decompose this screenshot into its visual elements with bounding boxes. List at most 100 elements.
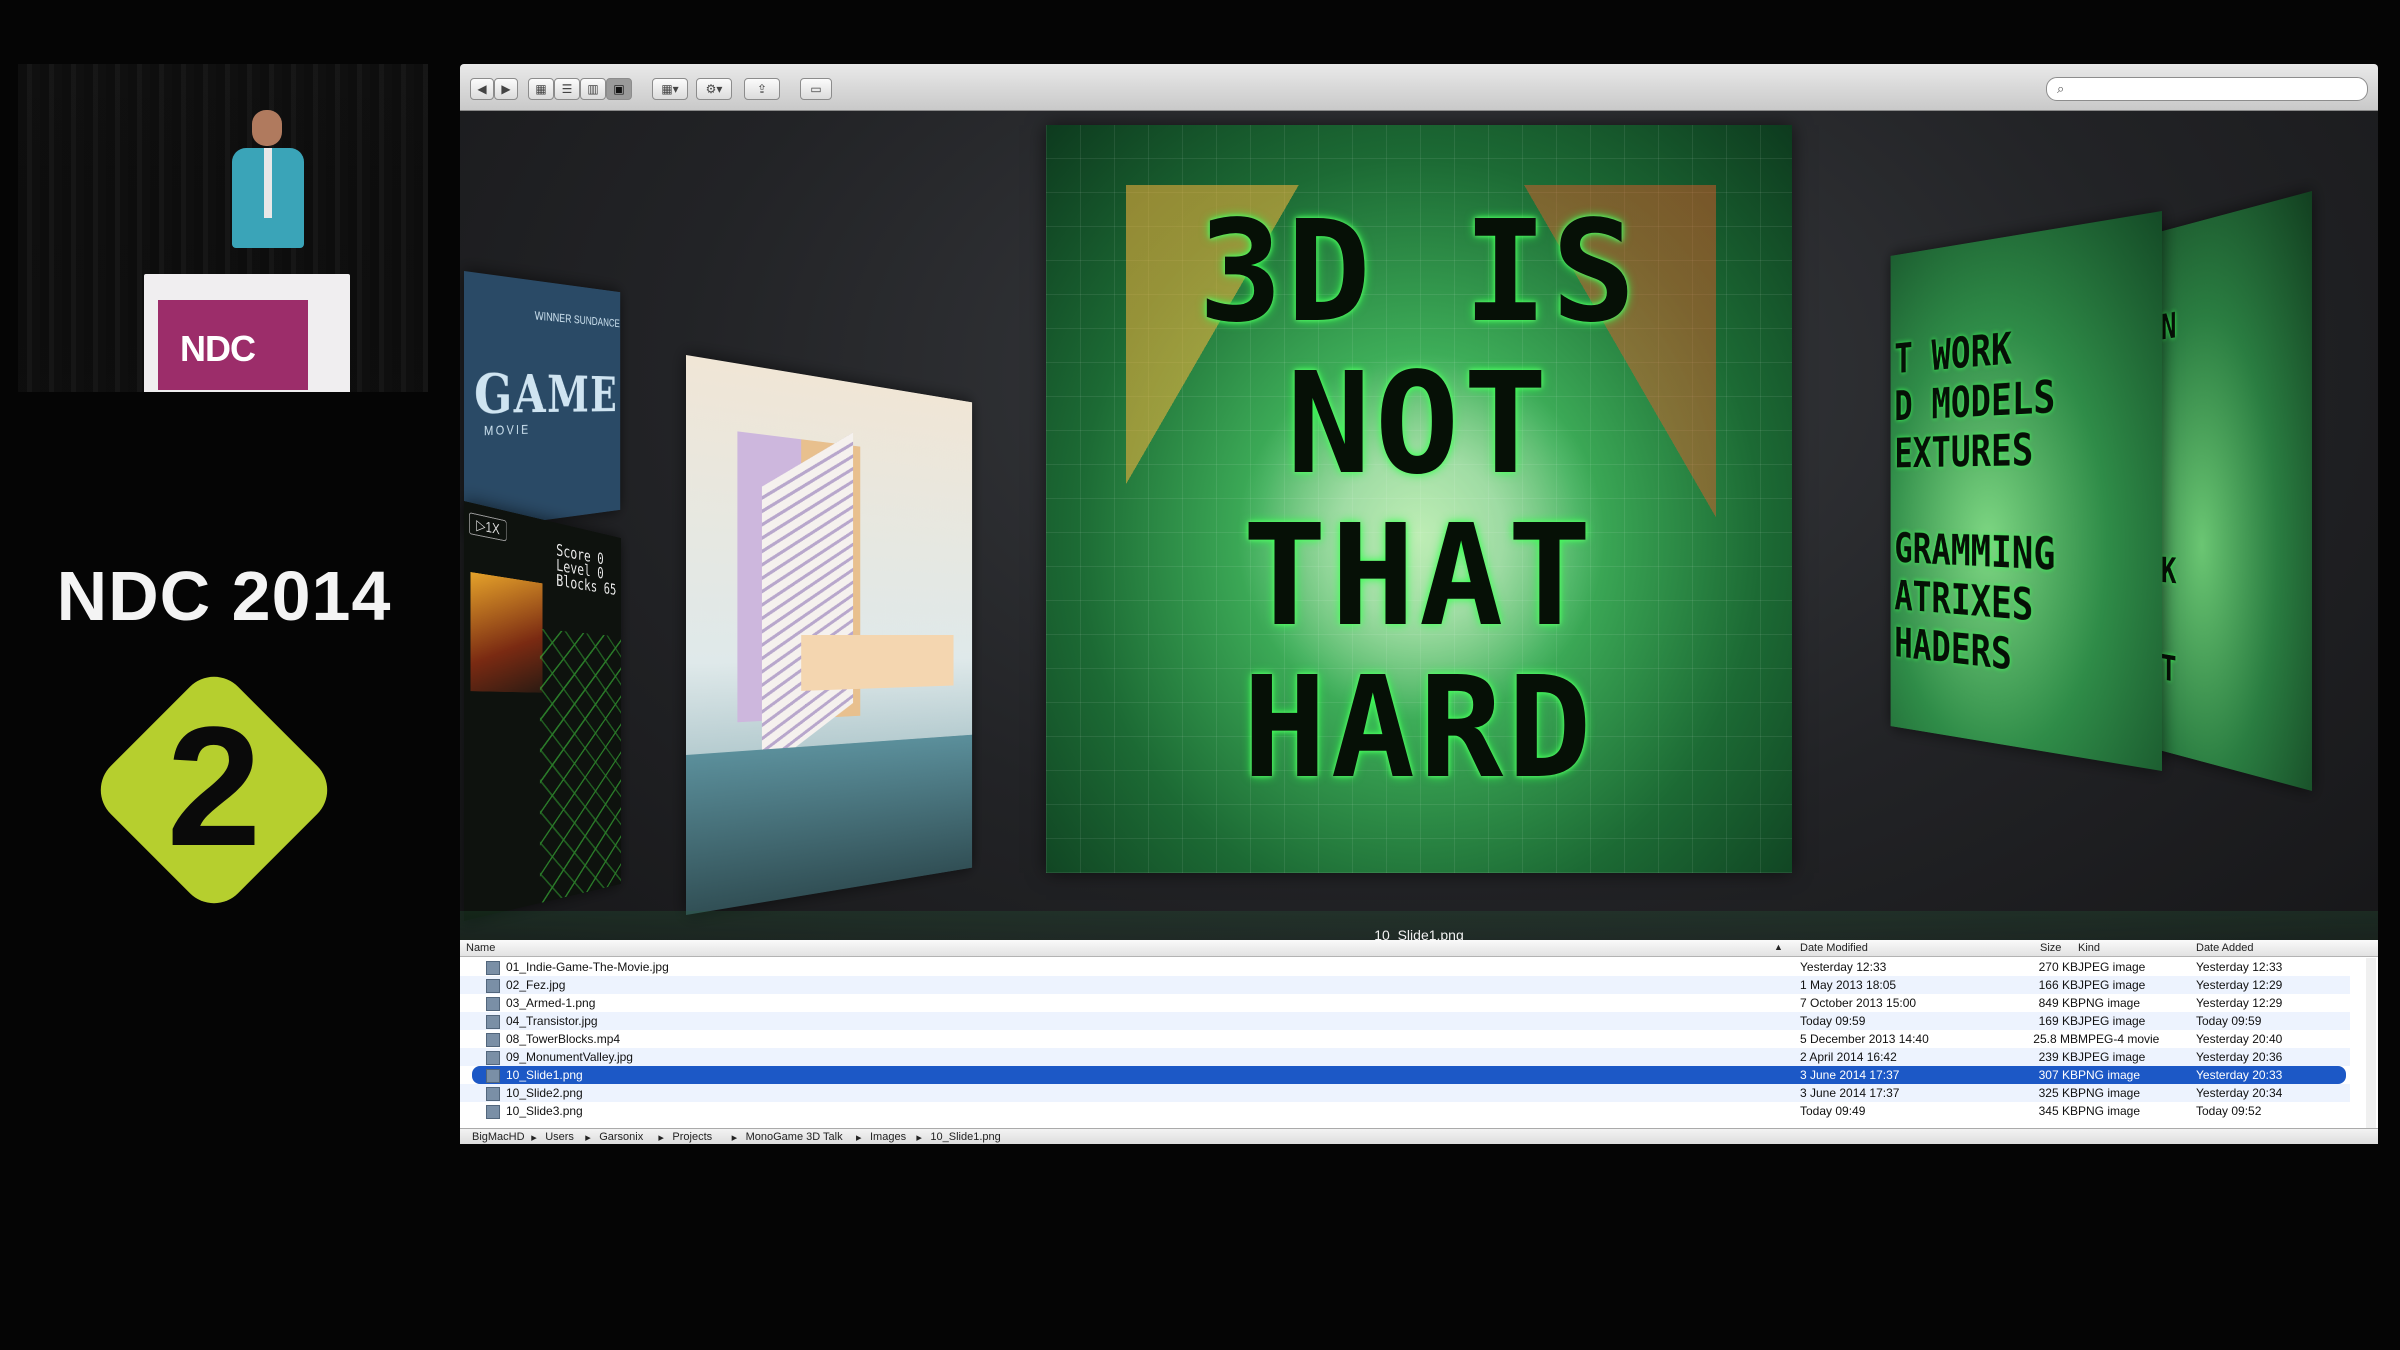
file-row[interactable]: 10_Slide2.png 3 June 2014 17:37 325 KB PNG … [460,1084,2350,1102]
column-header-date-modified[interactable]: Date Modified [1800,942,1868,954]
track-badge-number: 2 [167,692,262,882]
column-header-size[interactable]: Size [2040,942,2061,954]
file-row[interactable]: 02_Fez.jpg 1 May 2013 18:05 166 KB JPEG ima… [460,976,2350,994]
coverflow-item-monument-valley[interactable] [686,355,973,915]
column-header-kind[interactable]: Kind [2078,942,2100,954]
list-header: Name ▲ Date Modified Size Kind Date Adde… [460,940,2378,957]
file-size: 849 KB [2038,996,2078,1010]
game-card-title: GAME [474,361,618,427]
coverflow-item-selected-slide1[interactable]: 3D IS NOT THAT HARD [1046,125,1792,873]
file-name: 03_Armed-1.png [506,996,596,1010]
file-list: Name ▲ Date Modified Size Kind Date Adde… [460,940,2378,1144]
tower-grid [539,628,622,904]
score-panel: Score 0 Level 0 Blocks 65 [556,541,616,599]
file-row[interactable]: 03_Armed-1.png 7 October 2013 15:00 849 KB… [460,994,2350,1012]
speaker-camera-feed: NDC [18,64,428,392]
slide2-text: T WORK D MODELS EXTURES GRAMMING ATRIXES… [1894,319,2055,686]
back-arrow-icon[interactable]: ◀ [470,78,494,100]
slide2-line: HADERS [1894,618,2012,681]
track-badge: 2 [100,676,328,904]
path-separator-icon: ▸ [531,1132,537,1144]
file-row[interactable]: 10_Slide3.png Today 09:49 345 KB PNG image T… [460,1102,2350,1120]
file-date-added: Today 09:59 [2196,1014,2262,1028]
file-name: 09_MonumentValley.jpg [506,1050,633,1064]
slide-title: 3D IS NOT THAT HARD [1046,197,1792,805]
file-icon [486,997,500,1011]
file-row[interactable]: 08_TowerBlocks.mp4 5 December 2013 14:40 2… [460,1030,2350,1048]
path-item[interactable]: Garsonix [599,1131,643,1143]
file-row[interactable]: 04_Transistor.jpg Today 09:59 169 KB JPEG i… [460,1012,2350,1030]
path-bar: BigMacHD ▸ Users ▸ Garsonix ▸ Projects ▸ MonoGam… [460,1128,2378,1144]
path-item[interactable]: BigMacHD [472,1131,525,1143]
file-size: 307 KB [2038,1068,2078,1082]
monument-water [686,734,973,915]
file-kind: MPEG-4 movie [2078,1032,2160,1046]
speaker-figure [218,110,318,290]
coverflow-item-tower-blocks[interactable]: ▷1X Score 0 Level 0 Blocks 65 [464,501,622,921]
coverflow-item-indie-game[interactable]: WINNER SUNDANCE GAME MOVIE [464,271,621,531]
tower-art [470,572,543,693]
file-icon [486,1015,500,1029]
file-kind: JPEG image [2078,1050,2146,1064]
file-row[interactable]: 01_Indie-Game-The-Movie.jpg Yesterday 12:… [460,958,2350,976]
cover-flow-view[interactable]: WINNER SUNDANCE GAME MOVIE ▷1X Score 0 L… [460,111,2378,991]
icon-view-icon[interactable]: ▦ [528,78,554,100]
file-date-modified: 3 June 2014 17:37 [1800,1068,1900,1082]
file-icon [486,979,500,993]
column-header-date-added[interactable]: Date Added [2196,942,2254,954]
path-separator-icon: ▸ [856,1132,862,1144]
slide-title-line: THAT [1242,495,1596,658]
coverflow-item-slide3[interactable]: EN T UK ET [2139,191,2312,791]
file-date-modified: Yesterday 12:33 [1800,960,1887,974]
tag-icon[interactable]: ▭ [800,78,832,100]
list-scrollbar[interactable] [2366,958,2376,1128]
speaker-head [252,110,282,146]
file-name: 10_Slide2.png [506,1086,583,1100]
file-date-added: Yesterday 20:34 [2196,1086,2283,1100]
path-separator-icon: ▸ [916,1132,922,1144]
file-name: 04_Transistor.jpg [506,1014,598,1028]
laurel-text: WINNER SUNDANCE [534,308,620,330]
file-date-modified: Today 09:49 [1800,1104,1866,1118]
file-icon [486,1051,500,1065]
file-icon [486,961,500,975]
file-name: 10_Slide3.png [506,1104,583,1118]
coverflow-item-slide2[interactable]: T WORK D MODELS EXTURES GRAMMING ATRIXES… [1890,211,2162,771]
podium: NDC [144,274,350,392]
arrange-icon[interactable]: ▦▾ [652,78,688,100]
search-field[interactable]: ⌕ [2046,77,2368,101]
column-view-icon[interactable]: ▥ [580,78,606,100]
path-item[interactable]: Projects [672,1131,712,1143]
file-kind: PNG image [2078,1104,2141,1118]
slide2-line: T WORK [1894,323,2012,384]
path-item[interactable]: Users [545,1131,574,1143]
share-icon[interactable]: ⇪ [744,78,780,100]
gear-icon[interactable]: ⚙▾ [696,78,732,100]
file-size: 166 KB [2038,978,2078,992]
list-view-icon[interactable]: ☰ [554,78,580,100]
coverflow-view-icon[interactable]: ▣ [606,78,632,100]
file-date-added: Yesterday 20:40 [2196,1032,2283,1046]
path-item[interactable]: MonoGame 3D Talk [746,1131,843,1143]
file-date-added: Yesterday 12:29 [2196,978,2283,992]
file-icon [486,1105,500,1119]
file-name: 08_TowerBlocks.mp4 [506,1032,621,1046]
file-date-modified: 2 April 2014 16:42 [1800,1050,1897,1064]
file-kind: PNG image [2078,1086,2141,1100]
forward-arrow-icon[interactable]: ▶ [494,78,518,100]
file-kind: JPEG image [2078,960,2146,974]
column-header-name[interactable]: Name [466,942,495,954]
file-size: 169 KB [2038,1014,2078,1028]
file-row[interactable]: 09_MonumentValley.jpg 2 April 2014 16:42 2… [460,1048,2350,1066]
file-date-added: Yesterday 12:33 [2196,960,2283,974]
slide-title-line: HARD [1242,647,1596,810]
speaker-lanyard [264,148,272,218]
path-item[interactable]: Images [870,1131,906,1143]
path-item[interactable]: 10_Slide1.png [930,1131,1000,1143]
file-size: 239 KB [2038,1050,2078,1064]
file-date-modified: 1 May 2013 18:05 [1800,978,1897,992]
finder-toolbar: ◀ ▶ ▦ ☰ ▥ ▣ ▦▾ ⚙▾ ⇪ ▭ ⌕ [460,64,2378,111]
file-date-modified: 5 December 2013 14:40 [1800,1032,1929,1046]
file-row[interactable]: 10_Slide1.png 3 June 2014 17:37 307 KB PNG … [472,1066,2346,1084]
sort-ascending-icon: ▲ [1774,942,1783,952]
